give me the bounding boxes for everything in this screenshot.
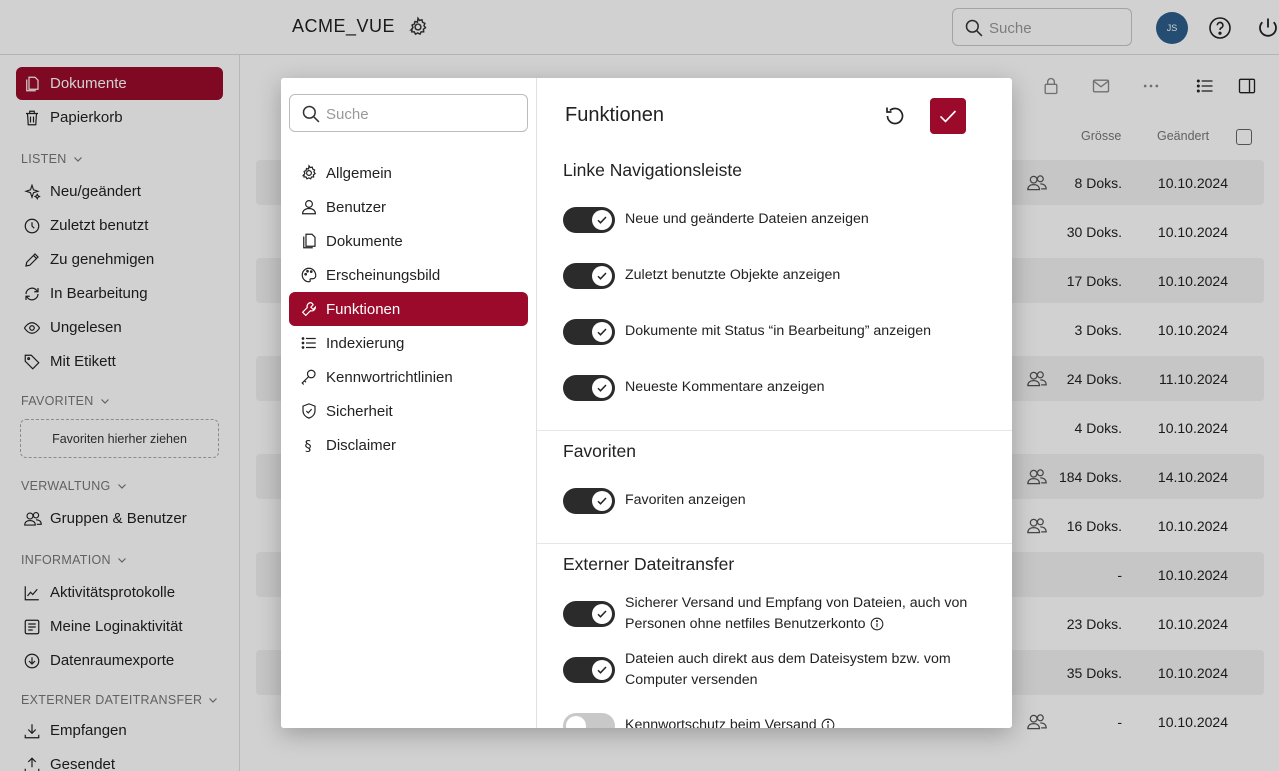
settings-nav-allgemein[interactable]: Allgemein xyxy=(289,156,528,190)
settings-nav-disclaimer[interactable]: § Disclaimer xyxy=(289,428,528,462)
search-icon xyxy=(301,104,321,124)
toggle-switch[interactable] xyxy=(563,488,615,514)
toggle-label: Sicherer Versand und Empfang von Dateien… xyxy=(625,595,968,632)
toggle-label: Neueste Kommentare anzeigen xyxy=(625,379,825,395)
paragraph-icon: § xyxy=(300,436,318,454)
settings-nav-label: Sicherheit xyxy=(326,402,393,420)
info-icon[interactable] xyxy=(821,718,835,728)
toggle-label: Dateien auch direkt aus dem Dateisystem … xyxy=(625,651,951,688)
toggle-switch[interactable] xyxy=(563,713,615,728)
check-icon xyxy=(592,491,612,511)
settings-nav: Suche Allgemein Benutzer Dokumente Ersch… xyxy=(281,78,537,728)
settings-page-title: Funktionen xyxy=(565,104,664,126)
section-divider xyxy=(537,543,1012,544)
settings-nav-label: Indexierung xyxy=(326,334,405,352)
settings-search-input[interactable]: Suche xyxy=(289,94,528,132)
shield-icon xyxy=(300,402,318,420)
reset-button[interactable] xyxy=(883,104,907,128)
settings-nav-indexierung[interactable]: Indexierung xyxy=(289,326,528,360)
check-icon xyxy=(592,266,612,286)
gear-icon xyxy=(300,164,318,182)
settings-dialog: Suche Allgemein Benutzer Dokumente Ersch… xyxy=(281,78,1012,728)
toggle-label: Zuletzt benutzte Objekte anzeigen xyxy=(625,267,841,283)
section-title-navigation: Linke Navigationsleiste xyxy=(563,160,742,180)
user-icon xyxy=(300,198,318,216)
key-icon xyxy=(300,368,318,386)
check-icon xyxy=(592,322,612,342)
toggle-label: Neue und geänderte Dateien anzeigen xyxy=(625,211,869,227)
toggle-switch[interactable] xyxy=(563,263,615,289)
check-icon xyxy=(592,378,612,398)
settings-nav-kennwortrichtlinien[interactable]: Kennwortrichtlinien xyxy=(289,360,528,394)
section-title-favorites: Favoriten xyxy=(563,441,636,461)
settings-nav-label: Dokumente xyxy=(326,232,403,250)
settings-nav-sicherheit[interactable]: Sicherheit xyxy=(289,394,528,428)
section-divider xyxy=(537,430,1012,431)
toggle-switch[interactable] xyxy=(563,207,615,233)
settings-nav-label: Funktionen xyxy=(326,300,401,318)
palette-icon xyxy=(300,266,318,284)
check-icon xyxy=(592,604,612,624)
settings-nav-dokumente[interactable]: Dokumente xyxy=(289,224,528,258)
toggle-switch[interactable] xyxy=(563,601,615,627)
settings-nav-erscheinungsbild[interactable]: Erscheinungsbild xyxy=(289,258,528,292)
settings-nav-label: Allgemein xyxy=(326,164,392,182)
toggle-switch[interactable] xyxy=(563,375,615,401)
info-icon[interactable] xyxy=(870,617,884,631)
toggle-knob xyxy=(566,716,586,728)
settings-nav-label: Disclaimer xyxy=(326,436,397,454)
toggle-label: Dokumente mit Status “in Bearbeitung” an… xyxy=(625,323,931,339)
settings-nav-label: Erscheinungsbild xyxy=(326,266,441,284)
toggle-switch[interactable] xyxy=(563,657,615,683)
confirm-button[interactable] xyxy=(930,98,966,134)
settings-content: Funktionen Linke Navigationsleiste Neue … xyxy=(537,78,1012,728)
check-icon xyxy=(592,210,612,230)
toggle-label: Kennwortschutz beim Versand xyxy=(625,717,817,728)
svg-text:§: § xyxy=(305,438,312,454)
settings-nav-benutzer[interactable]: Benutzer xyxy=(289,190,528,224)
toggle-label-wrap: Kennwortschutz beim Versand xyxy=(625,715,995,728)
settings-nav-funktionen[interactable]: Funktionen xyxy=(289,292,528,326)
documents-icon xyxy=(300,232,318,250)
check-icon xyxy=(592,660,612,680)
toggle-label-wrap: Sicherer Versand und Empfang von Dateien… xyxy=(625,593,995,635)
list-icon xyxy=(300,334,318,352)
settings-nav-label: Benutzer xyxy=(326,198,387,216)
toggle-switch[interactable] xyxy=(563,319,615,345)
section-title-external-transfer: Externer Dateitransfer xyxy=(563,554,735,574)
wrench-icon xyxy=(300,300,318,318)
search-placeholder: Suche xyxy=(326,106,369,123)
settings-nav-label: Kennwortrichtlinien xyxy=(326,368,453,386)
toggle-label: Favoriten anzeigen xyxy=(625,492,746,508)
